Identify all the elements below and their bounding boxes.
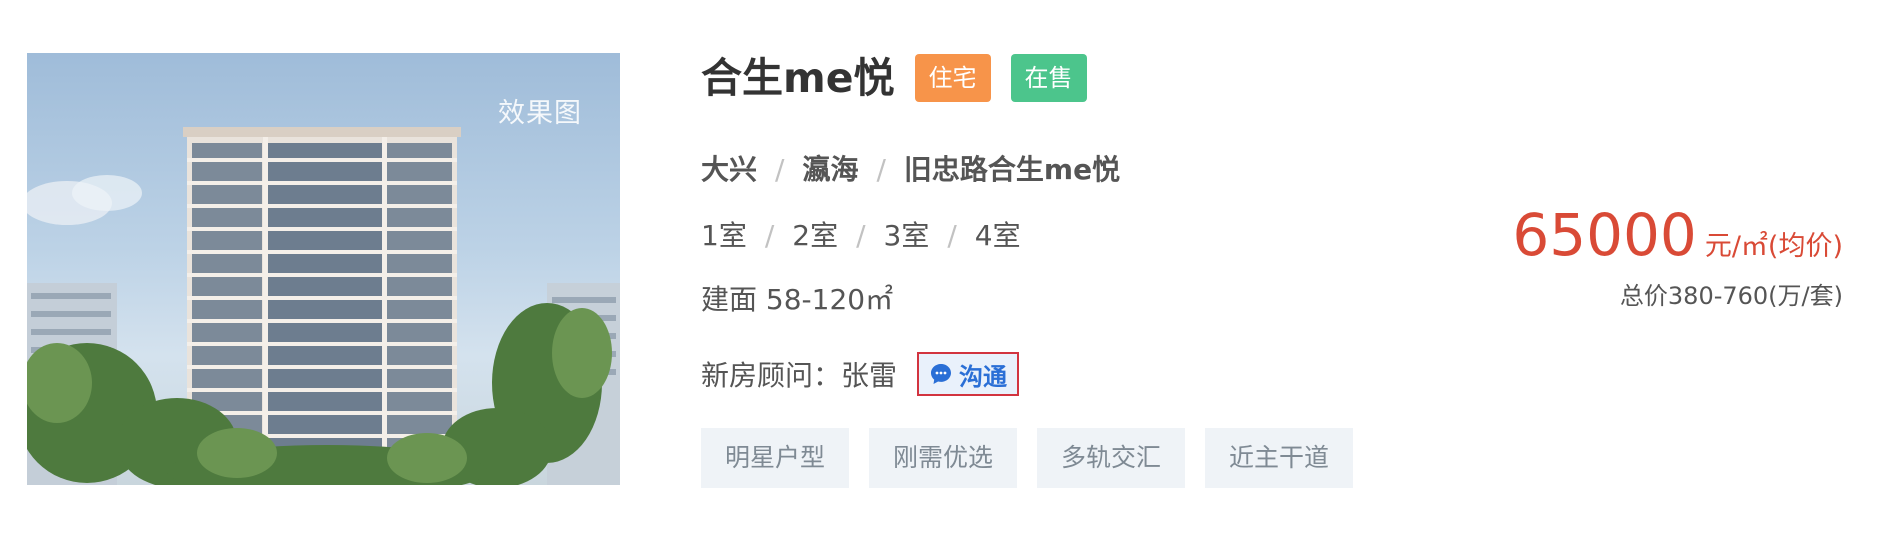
room-type-item: 4室 [974, 219, 1021, 252]
price-unit: 元/㎡(均价) [1704, 231, 1843, 262]
feature-tag: 刚需优选 [869, 428, 1018, 488]
location-separator: / [876, 153, 886, 186]
room-type-item: 1室 [701, 219, 747, 252]
room-type-item: 2室 [792, 219, 839, 252]
price-block: 65000 元/㎡(均价) 总价380-760(万/套) [1512, 200, 1843, 311]
listing-title[interactable]: 合生me悦 [701, 50, 895, 106]
location-district[interactable]: 大兴 [701, 153, 757, 186]
room-separator: / [856, 219, 866, 252]
feature-tag: 近主干道 [1205, 428, 1354, 488]
advisor-name: 张雷 [841, 359, 898, 392]
feature-tag: 明星户型 [701, 428, 850, 488]
location-breadcrumb: 大兴 / 瀛海 / 旧忠路合生me悦 [701, 148, 1120, 188]
advisor-label: 新房顾问： [701, 359, 842, 392]
feature-tags: 明星户型 刚需优选 多轨交汇 近主干道 [701, 428, 1373, 488]
sale-status-badge: 在售 [1010, 54, 1087, 102]
advisor-row: 新房顾问： 张雷 沟通 [701, 352, 1020, 396]
listing-card: 效果图 合生me悦 住宅 在售 大兴 / 瀛海 / 旧忠路合生me悦 1室/2室/3室 /… [0, 0, 1885, 533]
room-types: 1室 / 2室 / 3室 / 4室 [701, 214, 1021, 254]
room-separator: / [947, 219, 957, 252]
chat-button-label: 沟通 [959, 362, 1008, 391]
room-separator: / [764, 219, 775, 252]
building-area: 建面 58-120㎡ [701, 283, 894, 316]
location-area[interactable]: 瀛海 [802, 153, 858, 186]
location-address: 旧忠路合生me悦 [903, 153, 1121, 186]
image-tag-label: 效果图 [498, 98, 582, 129]
unit-price: 65000 元/㎡(均价) [1512, 200, 1843, 270]
property-type-badge: 住宅 [914, 54, 991, 102]
room-type-item: 3室 [883, 219, 930, 252]
chat-bubble-icon [929, 362, 953, 386]
total-price: 总价380-760(万/套) [1619, 282, 1843, 310]
feature-tag: 多轨交汇 [1037, 428, 1186, 488]
location-separator: / [775, 153, 785, 186]
price-value: 65000 [1512, 201, 1697, 269]
title-row: 合生me悦 住宅 在售 [701, 50, 1087, 106]
listing-photo[interactable]: 效果图 [27, 53, 620, 485]
chat-button[interactable]: 沟通 [917, 352, 1020, 396]
